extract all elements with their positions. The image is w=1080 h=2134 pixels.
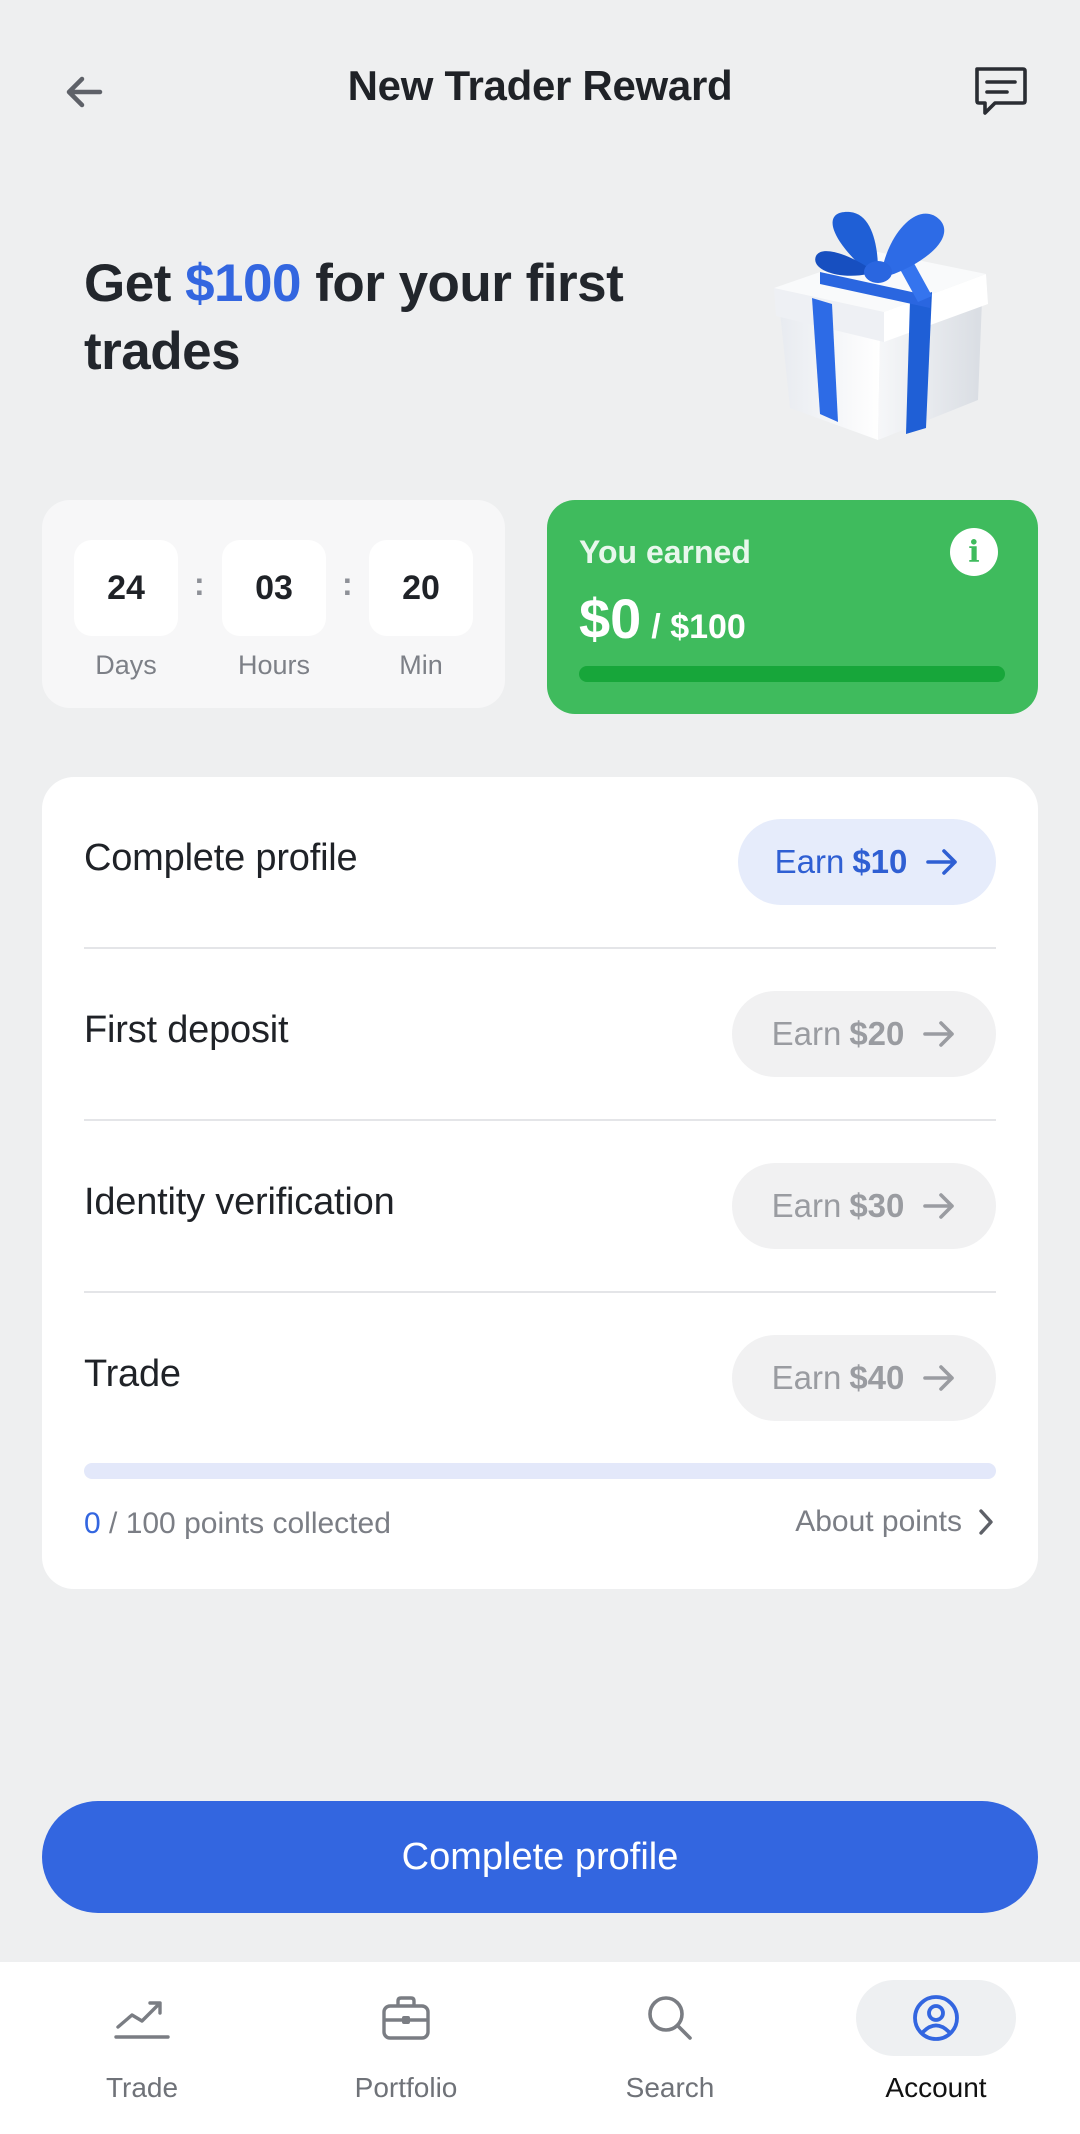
earn-word: Earn: [771, 1015, 842, 1052]
hours-value: 03: [222, 540, 326, 636]
task-row-trade: Trade Earn $40: [84, 1293, 996, 1465]
earned-total: / $100: [651, 608, 746, 646]
countdown-separator: :: [194, 566, 205, 602]
page-title: New Trader Reward: [347, 62, 733, 109]
arrow-right-icon: [922, 1191, 956, 1221]
earned-card: You earned i $0 / $100: [547, 500, 1038, 714]
earned-value: $0: [579, 587, 642, 650]
hero-amount: $100: [185, 254, 301, 313]
countdown-timer: 24 Days : 03 Hours : 20 Min: [42, 500, 505, 708]
chat-button[interactable]: [964, 56, 1036, 128]
task-row-complete-profile: Complete profile Earn $10: [84, 777, 996, 949]
earned-amount: $0 / $100: [579, 586, 746, 651]
task-label: Complete profile: [84, 837, 358, 879]
search-icon: [590, 1980, 750, 2056]
earned-label: You earned: [579, 534, 751, 570]
top-bar: New Trader Reward: [0, 0, 1080, 180]
countdown-separator: :: [342, 566, 353, 602]
about-points-label: About points: [795, 1505, 962, 1538]
minutes-value: 20: [369, 540, 473, 636]
arrow-right-icon: [922, 1363, 956, 1393]
nav-label: Trade: [105, 2072, 179, 2103]
nav-label: Portfolio: [354, 2072, 458, 2103]
earn-button-first-deposit[interactable]: Earn $20: [732, 991, 996, 1077]
earn-amount: $10: [852, 843, 908, 880]
countdown-minutes: 20 Min: [369, 540, 473, 681]
earn-button-identity-verification[interactable]: Earn $30: [732, 1163, 996, 1249]
task-label: First deposit: [84, 1009, 289, 1051]
task-label: Trade: [84, 1353, 181, 1395]
task-label: Identity verification: [84, 1181, 395, 1223]
task-row-first-deposit: First deposit Earn $20: [84, 949, 996, 1121]
days-value: 24: [74, 540, 178, 636]
arrow-right-icon: [922, 1019, 956, 1049]
earn-button-complete-profile[interactable]: Earn $10: [738, 819, 996, 905]
earn-amount: $30: [849, 1187, 905, 1224]
hours-label: Hours: [237, 650, 311, 680]
user-circle-icon: [856, 1980, 1016, 2056]
points-current: 0: [84, 1507, 101, 1540]
points-collected: 0 / 100 points collected: [84, 1507, 391, 1541]
hero-headline: Get $100 for your first trades: [84, 250, 704, 386]
nav-item-account[interactable]: Account: [856, 1980, 1016, 2120]
hero-prefix: Get: [84, 254, 186, 313]
arrow-right-icon: [925, 847, 959, 877]
countdown-days: 24 Days: [74, 540, 178, 681]
nav-label: Account: [885, 2072, 987, 2103]
tasks-card: Complete profile Earn $10 First deposit …: [42, 777, 1038, 1589]
complete-profile-button[interactable]: Complete profile: [42, 1801, 1038, 1913]
earn-button-trade[interactable]: Earn $40: [732, 1335, 996, 1421]
earn-word: Earn: [774, 843, 845, 880]
earned-progress-bar: [579, 666, 1005, 682]
minutes-label: Min: [399, 650, 443, 680]
nav-label: Search: [625, 2072, 715, 2103]
earn-amount: $20: [849, 1015, 905, 1052]
nav-item-portfolio[interactable]: Portfolio: [326, 1980, 486, 2120]
points-progress-bar: [84, 1463, 996, 1479]
chevron-right-icon: [979, 1509, 993, 1535]
info-icon[interactable]: i: [950, 528, 998, 576]
nav-item-trade[interactable]: Trade: [62, 1980, 222, 2120]
task-row-identity-verification: Identity verification Earn $30: [84, 1121, 996, 1293]
briefcase-icon: [326, 1980, 486, 2056]
bottom-nav: Trade Portfolio Search Account: [0, 1962, 1080, 2134]
nav-item-search[interactable]: Search: [590, 1980, 750, 2120]
gift-box-icon: [774, 211, 988, 440]
earn-word: Earn: [771, 1359, 842, 1396]
chart-line-icon: [62, 1980, 222, 2056]
about-points-link[interactable]: About points: [795, 1505, 996, 1539]
countdown-hours: 03 Hours: [222, 540, 326, 681]
earn-word: Earn: [771, 1187, 842, 1224]
earn-amount: $40: [849, 1359, 905, 1396]
points-suffix: / 100 points collected: [100, 1507, 391, 1540]
days-label: Days: [95, 650, 157, 680]
chat-icon: [975, 67, 1027, 115]
